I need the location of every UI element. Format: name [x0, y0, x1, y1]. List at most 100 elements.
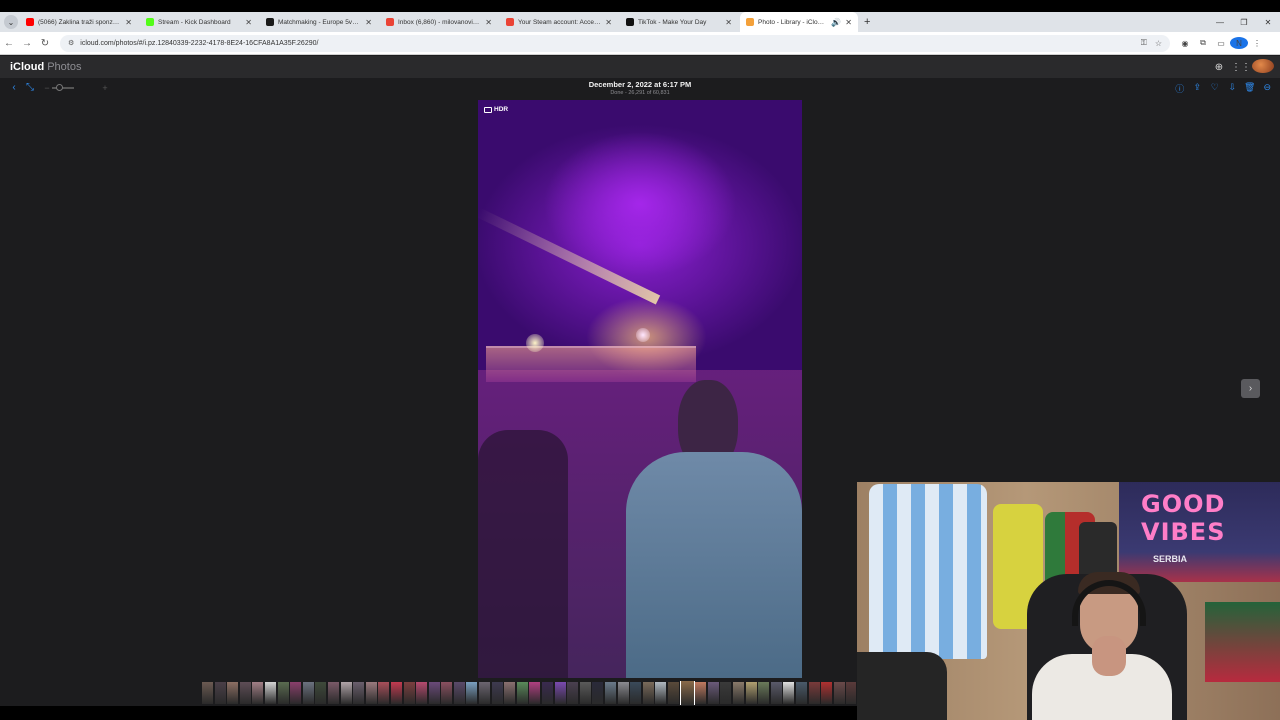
tab-youtube[interactable]: (5066) Žaklina traži sponzora ✕	[20, 12, 138, 32]
filmstrip-thumbnail[interactable]	[353, 682, 365, 704]
filmstrip-thumbnail[interactable]	[504, 682, 516, 704]
more-icon[interactable]: ⊖	[1259, 82, 1277, 95]
close-tab-icon[interactable]: ✕	[365, 18, 372, 27]
cast-icon[interactable]: ▭	[1212, 39, 1230, 48]
filmstrip-thumbnail[interactable]	[403, 682, 415, 704]
expand-icon[interactable]: ⤡	[22, 82, 38, 93]
filmstrip-thumbnail[interactable]	[695, 682, 707, 704]
photo-display[interactable]: HDR	[478, 100, 802, 678]
filmstrip-thumbnail[interactable]	[290, 682, 302, 704]
close-window-icon[interactable]: ✕	[1256, 18, 1280, 27]
reload-icon[interactable]: ↻	[36, 38, 54, 49]
filmstrip-thumbnail[interactable]	[302, 682, 314, 704]
filmstrip-thumbnail[interactable]	[491, 682, 503, 704]
filmstrip-thumbnail[interactable]	[227, 682, 239, 704]
filmstrip-thumbnail[interactable]	[378, 682, 390, 704]
filmstrip-thumbnail[interactable]	[605, 682, 616, 704]
filmstrip-thumbnail[interactable]	[642, 682, 654, 704]
new-tab-icon[interactable]: +	[864, 16, 870, 28]
filmstrip-thumbnail[interactable]	[315, 682, 327, 704]
filmstrip-thumbnail[interactable]	[453, 682, 465, 704]
filmstrip-thumbnail[interactable]	[428, 682, 440, 704]
speaker-icon[interactable]: 🔊	[831, 18, 841, 27]
tab-icloud-photos[interactable]: Photo - Library - iCloud Ph 🔊 ✕	[740, 12, 858, 32]
extensions-puzzle-icon[interactable]: ⧉	[1194, 38, 1212, 48]
filmstrip-thumbnail[interactable]	[707, 682, 719, 704]
profile-avatar[interactable]: N	[1230, 37, 1248, 49]
filmstrip-thumbnail[interactable]	[667, 682, 679, 704]
close-tab-icon[interactable]: ✕	[245, 18, 252, 27]
filmstrip-thumbnail[interactable]	[783, 682, 795, 704]
info-icon[interactable]: ⓘ	[1171, 82, 1189, 95]
zoom-in-icon[interactable]: +	[100, 83, 110, 93]
filmstrip-thumbnail[interactable]	[479, 682, 491, 704]
menu-kebab-icon[interactable]: ⋮	[1248, 39, 1266, 48]
filmstrip-thumbnail[interactable]	[630, 682, 642, 704]
filmstrip-thumbnail[interactable]	[441, 682, 453, 704]
trash-icon[interactable]: 🗑	[1241, 82, 1259, 95]
filmstrip-thumbnail[interactable]	[846, 682, 856, 704]
bookmark-star-icon[interactable]: ☆	[1155, 39, 1162, 48]
filmstrip-thumbnail[interactable]	[214, 682, 226, 704]
zoom-knob[interactable]	[56, 83, 63, 91]
apps-grid-icon[interactable]: ⋮⋮	[1230, 62, 1252, 73]
close-tab-icon[interactable]: ✕	[845, 18, 852, 27]
forward-icon[interactable]: →	[18, 38, 36, 49]
zoom-track[interactable]	[52, 83, 74, 91]
share-icon[interactable]: ⇪	[1189, 82, 1207, 95]
filmstrip-thumbnail[interactable]	[758, 682, 770, 704]
zoom-slider[interactable]: − +	[42, 83, 110, 93]
chevron-left-icon[interactable]: ‹	[6, 82, 22, 93]
filmstrip-thumbnail[interactable]	[745, 682, 757, 704]
site-info-icon[interactable]: ⚙	[68, 39, 74, 47]
filmstrip-thumbnail[interactable]	[264, 682, 276, 704]
filmstrip-thumbnail[interactable]	[720, 682, 732, 704]
filmstrip-thumbnail[interactable]	[732, 682, 744, 704]
filmstrip-thumbnail[interactable]	[277, 682, 289, 704]
account-avatar[interactable]	[1252, 59, 1274, 76]
filmstrip-thumbnail[interactable]	[202, 682, 213, 704]
filmstrip-thumbnail[interactable]	[679, 681, 695, 705]
filmstrip-thumbnail[interactable]	[592, 682, 604, 704]
filmstrip-thumbnail[interactable]	[542, 682, 554, 704]
filmstrip-thumbnail[interactable]	[554, 682, 566, 704]
filmstrip-thumbnail[interactable]	[529, 682, 541, 704]
tab-steam-mail[interactable]: Your Steam account: Access fro ✕	[500, 12, 618, 32]
tab-gmail[interactable]: Inbox (6,860) - milovanovicnen ✕	[380, 12, 498, 32]
tab-matchmaking[interactable]: Matchmaking - Europe 5v5 Qu ✕	[260, 12, 378, 32]
filmstrip-thumbnail[interactable]	[821, 682, 833, 704]
heart-icon[interactable]: ♡	[1206, 82, 1224, 95]
filmstrip-thumbnail[interactable]	[770, 682, 782, 704]
close-tab-icon[interactable]: ✕	[485, 18, 492, 27]
back-icon[interactable]: ←	[0, 38, 18, 49]
filmstrip-thumbnail[interactable]	[516, 682, 528, 704]
filmstrip-thumbnail[interactable]	[239, 682, 251, 704]
filmstrip-thumbnail[interactable]	[327, 682, 339, 704]
filmstrip-thumbnail[interactable]	[567, 682, 579, 704]
close-tab-icon[interactable]: ✕	[725, 18, 732, 27]
extension-icon[interactable]: ◉	[1176, 39, 1194, 48]
filmstrip-thumbnail[interactable]	[808, 682, 820, 704]
minimize-icon[interactable]: —	[1208, 18, 1232, 27]
tab-search-icon[interactable]: ⌄	[4, 15, 18, 29]
filmstrip-thumbnail[interactable]	[416, 682, 428, 704]
filmstrip-thumbnail[interactable]	[340, 682, 352, 704]
close-tab-icon[interactable]: ✕	[605, 18, 612, 27]
next-photo-button[interactable]: ›	[1241, 379, 1260, 398]
url-field[interactable]: ⚙ icloud.com/photos/#/i.pz.12840339-2232…	[60, 34, 1170, 52]
filmstrip-thumbnail[interactable]	[795, 682, 807, 704]
tab-kick[interactable]: Stream - Kick Dashboard ✕	[140, 12, 258, 32]
filmstrip-thumbnail[interactable]	[466, 682, 478, 704]
filmstrip-thumbnail[interactable]	[655, 682, 667, 704]
filmstrip-thumbnail[interactable]	[617, 682, 629, 704]
add-icon[interactable]: ⊕	[1208, 62, 1230, 73]
close-tab-icon[interactable]: ✕	[125, 18, 132, 27]
zoom-out-icon[interactable]: −	[42, 83, 52, 93]
icloud-logo[interactable]: iCloud Photos	[8, 61, 81, 73]
tab-tiktok[interactable]: TikTok - Make Your Day ✕	[620, 12, 738, 32]
filmstrip-thumbnail[interactable]	[390, 682, 402, 704]
filmstrip-thumbnail[interactable]	[252, 682, 264, 704]
filmstrip-thumbnail[interactable]	[579, 682, 591, 704]
filmstrip-thumbnail[interactable]	[365, 682, 377, 704]
filmstrip-thumbnail[interactable]	[833, 682, 845, 704]
